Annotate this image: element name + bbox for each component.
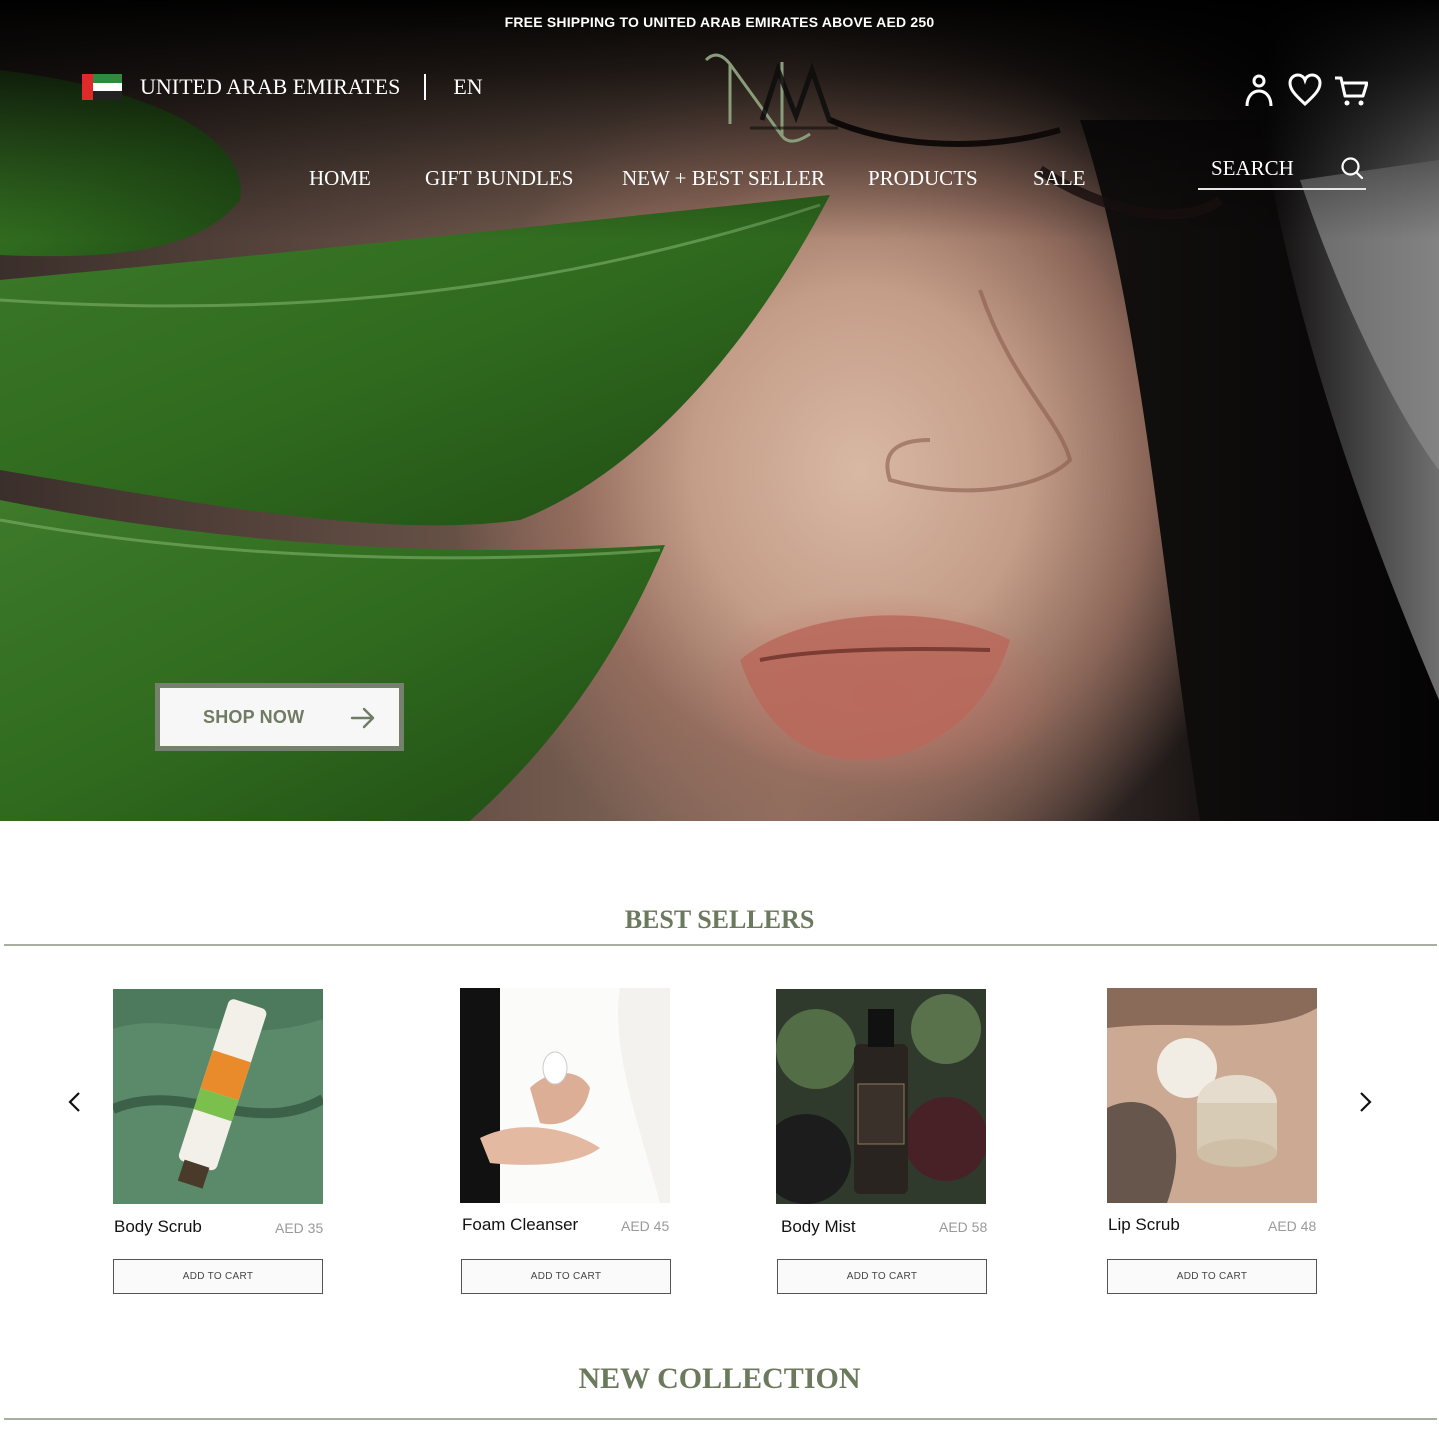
heart-icon[interactable] [1288, 72, 1322, 108]
best-sellers-title: BEST SELLERS [624, 905, 815, 934]
product-card[interactable]: Lip Scrub AED 48 ADD TO CART [1107, 988, 1319, 1294]
add-to-cart-button[interactable]: ADD TO CART [113, 1259, 323, 1294]
nav-home[interactable]: HOME [309, 166, 371, 191]
product-price: AED 35 [275, 1220, 324, 1236]
product-card[interactable]: Body Scrub AED 35 ADD TO CART [113, 989, 325, 1294]
country-label[interactable]: UNITED ARAB EMIRATES [140, 74, 400, 100]
region-selector[interactable]: UNITED ARAB EMIRATES EN [82, 74, 483, 101]
add-to-cart-button[interactable]: ADD TO CART [777, 1259, 987, 1294]
chevron-left-icon[interactable] [65, 1090, 85, 1114]
shop-now-button[interactable]: SHOP NOW [155, 683, 404, 751]
product-price: AED 45 [621, 1218, 670, 1234]
user-icon[interactable] [1242, 72, 1276, 108]
product-card[interactable]: Foam Cleanser AED 45 ADD TO CART [460, 988, 672, 1294]
new-collection-divider [4, 1418, 1437, 1420]
nav-gift-bundles[interactable]: GIFT BUNDLES [425, 166, 573, 191]
product-image-body-scrub[interactable] [113, 989, 323, 1204]
product-image-foam-cleanser[interactable] [460, 988, 670, 1203]
add-to-cart-button[interactable]: ADD TO CART [461, 1259, 671, 1294]
chevron-right-icon[interactable] [1355, 1090, 1375, 1114]
cart-icon[interactable] [1334, 72, 1368, 108]
product-price: AED 58 [939, 1219, 988, 1235]
new-collection-title: NEW COLLECTION [578, 1362, 861, 1395]
search-input[interactable] [1211, 154, 1339, 182]
header-icons [1242, 72, 1368, 108]
nav-new-best-seller[interactable]: NEW + BEST SELLER [622, 166, 825, 191]
add-to-cart-button[interactable]: ADD TO CART [1107, 1259, 1317, 1294]
product-name[interactable]: Foam Cleanser [462, 1215, 578, 1235]
product-name[interactable]: Body Scrub [114, 1217, 202, 1237]
arrow-right-icon [350, 707, 375, 729]
product-name[interactable]: Body Mist [781, 1217, 856, 1237]
announcement-bar: FREE SHIPPING TO UNITED ARAB EMIRATES AB… [504, 14, 935, 30]
region-divider [424, 74, 427, 100]
language-selector[interactable]: EN [453, 74, 482, 100]
product-price: AED 48 [1268, 1218, 1317, 1234]
shop-now-label: SHOP NOW [203, 706, 305, 727]
product-name[interactable]: Lip Scrub [1108, 1215, 1180, 1235]
search-box [1198, 150, 1366, 190]
product-image-body-mist[interactable] [776, 989, 986, 1204]
brand-logo[interactable] [700, 50, 840, 144]
search-icon[interactable] [1340, 156, 1364, 180]
flag-uae-icon [82, 74, 122, 101]
nav-sale[interactable]: SALE [1033, 166, 1086, 191]
best-sellers-divider [4, 944, 1437, 946]
nav-products[interactable]: PRODUCTS [868, 166, 978, 191]
product-image-lip-scrub[interactable] [1107, 988, 1317, 1203]
product-card[interactable]: Body Mist AED 58 ADD TO CART [776, 989, 988, 1294]
